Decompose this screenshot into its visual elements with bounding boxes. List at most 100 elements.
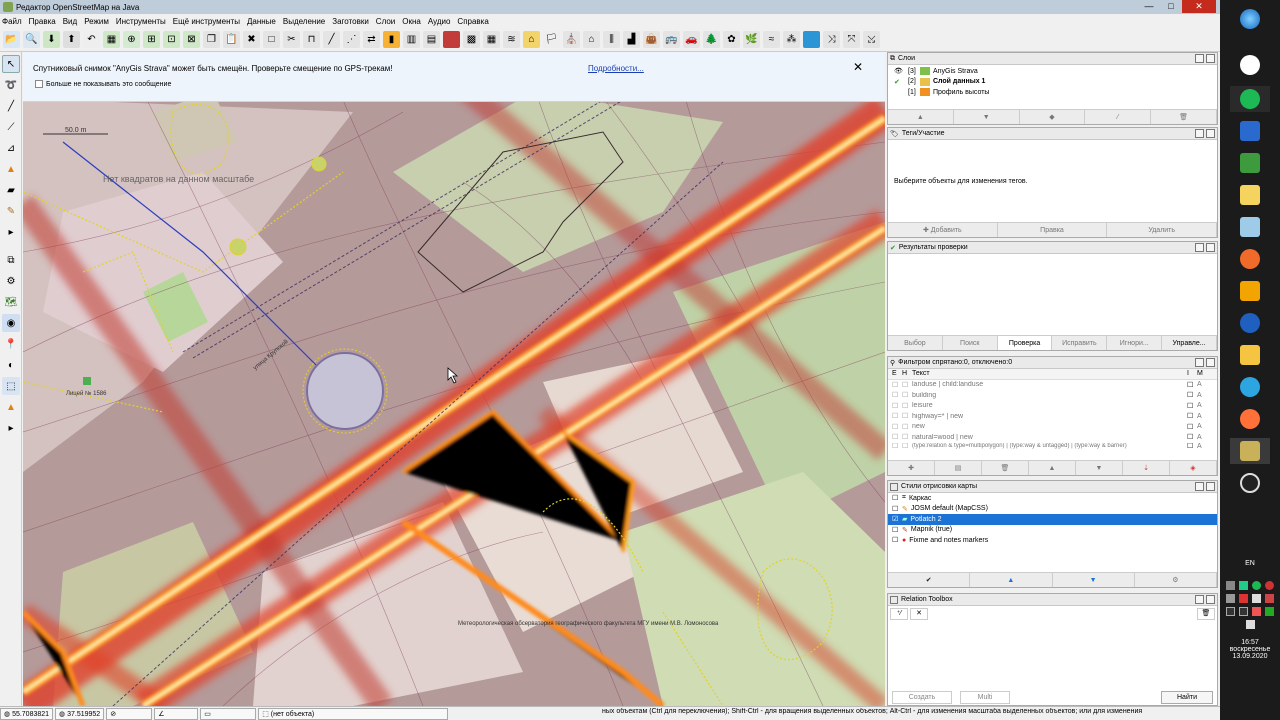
tray-box-icon[interactable] (1226, 607, 1235, 616)
building-preset-icon[interactable]: ▮ (383, 31, 400, 48)
menu-windows[interactable]: Окна (402, 17, 421, 26)
checker-preset-icon[interactable]: ▩ (463, 31, 480, 48)
relation-add-icon[interactable]: ⁺⁄ (890, 608, 908, 620)
speaker-icon[interactable] (1245, 620, 1255, 629)
panel-undock-icon[interactable] (1195, 243, 1204, 252)
panel-close-icon[interactable] (1206, 482, 1215, 491)
elevation-icon[interactable]: ▲ (2, 398, 20, 416)
contrast-icon[interactable]: ◐ (2, 356, 20, 374)
delete-icon[interactable]: ✖ (243, 31, 260, 48)
taskbar-app-book[interactable] (1230, 214, 1270, 240)
taskbar-app-spotify[interactable] (1230, 86, 1270, 112)
tray-chevron-icon[interactable] (1226, 581, 1235, 590)
find-relation-button[interactable]: Найти (1161, 690, 1213, 704)
brick-preset-icon[interactable] (443, 31, 460, 48)
paste-icon[interactable]: 📋 (223, 31, 240, 48)
layer-toggle-button[interactable]: ⁄ (1085, 110, 1152, 124)
grass-preset-icon[interactable]: ✿ (723, 31, 740, 48)
panel-close-icon[interactable] (1206, 595, 1215, 604)
panel-undock-icon[interactable] (1195, 54, 1204, 63)
house-preset-icon[interactable]: ⌂ (523, 31, 540, 48)
layer-merge-button[interactable]: ◆ (1020, 110, 1086, 124)
offset-icon[interactable]: ⬚ (2, 377, 20, 395)
checkbox-box[interactable] (35, 80, 43, 88)
grid-app-icon[interactable] (1240, 121, 1260, 141)
tray-network-icon[interactable] (1226, 594, 1235, 603)
menu-audio[interactable]: Аудио (428, 17, 451, 26)
panel-undock-icon[interactable] (1195, 482, 1204, 491)
compass-app-icon[interactable] (1240, 313, 1260, 333)
taskbar-app-josm[interactable] (1230, 438, 1270, 464)
menu-tools[interactable]: Инструменты (116, 17, 166, 26)
filter-row[interactable]: ☐ ☐ highway=* | new ☐ A (888, 411, 1217, 422)
search-button[interactable]: Поиск (943, 336, 998, 350)
styles-toggle-icon[interactable] (890, 482, 898, 491)
taskbar-app-python[interactable] (1230, 182, 1270, 208)
menu-presets[interactable]: Заготовки (332, 17, 369, 26)
add-tag-button[interactable]: ✚ Добавить (888, 223, 998, 237)
chart-preset-icon[interactable]: ▟ (623, 31, 640, 48)
filter-row[interactable]: ☐ ☐ new ☐ A (888, 422, 1217, 433)
forest-preset-icon[interactable]: 🌲 (703, 31, 720, 48)
minimize-button[interactable]: — (1138, 0, 1160, 13)
filter-sort-icon[interactable]: ⇣ (1123, 461, 1170, 475)
relation-delete-icon[interactable]: 🗑 (1197, 608, 1215, 620)
upload-icon[interactable]: ⬆ (63, 31, 80, 48)
maximize-button[interactable]: □ (1160, 0, 1182, 13)
menu-mode[interactable]: Режим (84, 17, 109, 26)
menu-data[interactable]: Данные (247, 17, 276, 26)
plugin-b-icon[interactable]: ⤧ (843, 31, 860, 48)
relation-toggle-icon[interactable] (890, 595, 898, 604)
wms-icon[interactable]: ◉ (2, 314, 20, 332)
python-icon[interactable] (1240, 185, 1260, 205)
layer-up-button[interactable]: ▲ (888, 110, 954, 124)
style-checkbox[interactable]: ☐ (892, 494, 902, 502)
layer-eye-icon[interactable]: 👁 (894, 67, 908, 75)
manage-button[interactable]: Управле... (1162, 336, 1217, 350)
shop-preset-icon[interactable]: ▤ (423, 31, 440, 48)
filter-down-icon[interactable]: ▼ (1076, 461, 1123, 475)
dont-show-again-checkbox[interactable]: Больше не показывать это сообщение (35, 80, 171, 88)
layer-tool-icon[interactable]: ⧉ (2, 251, 20, 269)
lasso-mode-icon[interactable]: ➰ (2, 76, 20, 94)
combine-way-icon[interactable]: ⊓ (303, 31, 320, 48)
pdf-icon[interactable] (1240, 281, 1260, 301)
fence-preset-icon[interactable]: ⫼ (603, 31, 620, 48)
filter-edit-icon[interactable]: ▤ (935, 461, 982, 475)
reverse-icon[interactable]: ⇄ (363, 31, 380, 48)
josm-app-icon[interactable] (1240, 441, 1260, 461)
panel-close-icon[interactable] (1206, 243, 1215, 252)
panel-close-icon[interactable] (1206, 54, 1215, 63)
spotify-icon[interactable] (1240, 89, 1260, 109)
gear-app-icon[interactable] (1240, 249, 1260, 269)
menu-file[interactable]: Файл (2, 17, 22, 26)
style-checkbox[interactable]: ☐ (892, 505, 902, 513)
clock-time[interactable]: 16:57 (1220, 639, 1280, 646)
taskbar-app-compass[interactable] (1230, 310, 1270, 336)
telegram-icon[interactable] (1240, 377, 1260, 397)
undo-icon[interactable]: ↶ (83, 31, 100, 48)
pencil-icon[interactable]: ✎ (2, 202, 20, 220)
align-line-icon[interactable]: ╱ (323, 31, 340, 48)
obs-icon[interactable] (1240, 473, 1260, 493)
fox-app-icon[interactable] (1240, 55, 1260, 75)
wall-preset-icon[interactable]: ▦ (483, 31, 500, 48)
zoom-layer-icon[interactable]: ⊞ (143, 31, 160, 48)
tray-x-icon[interactable] (1252, 594, 1261, 603)
multi-button[interactable]: Multi (960, 690, 1010, 704)
tray-monitor-icon[interactable] (1265, 607, 1274, 616)
copy-icon[interactable]: ❐ (203, 31, 220, 48)
square-icon[interactable]: □ (263, 31, 280, 48)
menu-selection[interactable]: Выделение (283, 17, 325, 26)
filter-row[interactable]: ☐ ☐ building ☐ A (888, 390, 1217, 401)
taskbar-app-firefox[interactable] (1230, 406, 1270, 432)
taskbar-app-settings[interactable] (1230, 246, 1270, 272)
layer-row[interactable]: 👁 [3] AnyGis Strava (890, 66, 1217, 77)
water-preset-icon[interactable]: ≋ (503, 31, 520, 48)
zoom-data-icon[interactable]: ⊕ (123, 31, 140, 48)
tray-flag-icon[interactable] (1252, 607, 1261, 616)
flag-preset-icon[interactable]: 🏳 (543, 31, 560, 48)
ignore-button[interactable]: Игнори... (1107, 336, 1163, 350)
style-checkbox[interactable]: ☐ (892, 526, 902, 534)
plugin-a-icon[interactable]: ⤨ (823, 31, 840, 48)
